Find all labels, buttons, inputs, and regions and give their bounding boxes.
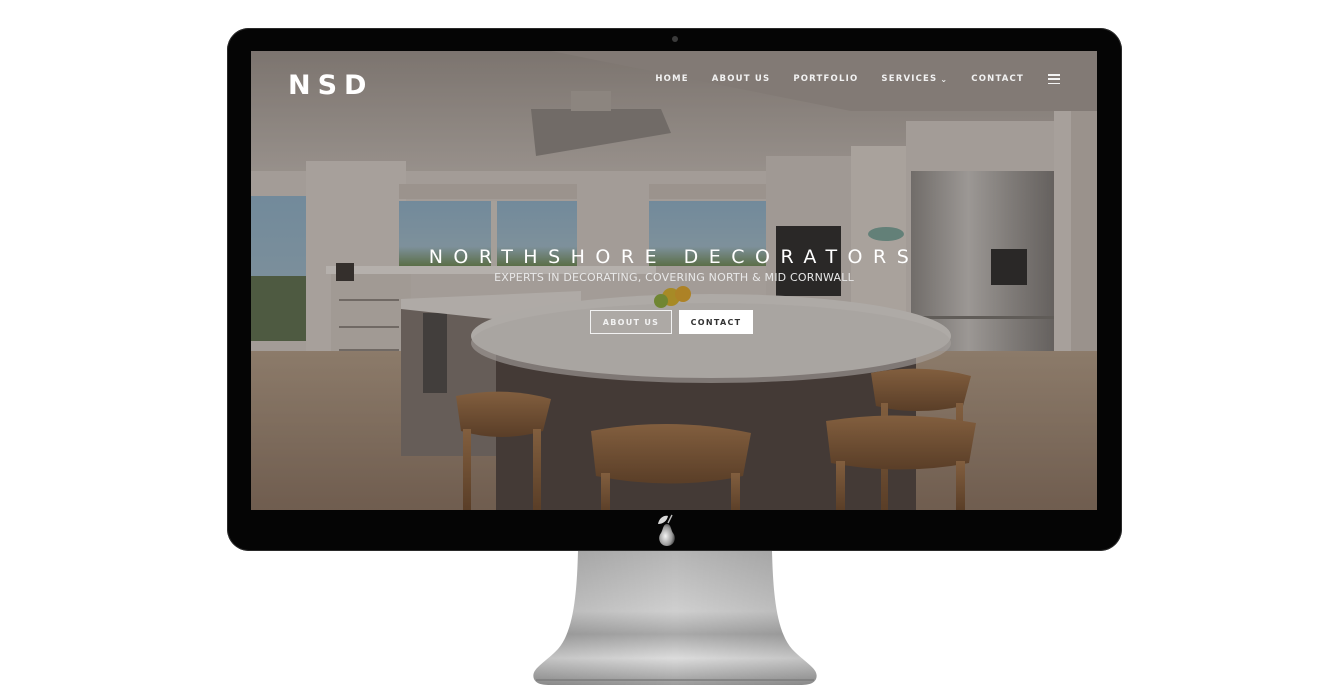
- monitor-stand: [533, 551, 817, 685]
- website-screen: NSD HOME ABOUT US PORTFOLIO SERVICES ⌄ C…: [251, 51, 1097, 510]
- burger-line: [1048, 74, 1060, 76]
- nav-home[interactable]: HOME: [655, 74, 688, 84]
- hamburger-menu-icon[interactable]: [1048, 74, 1060, 84]
- hero-subtitle: EXPERTS IN DECORATING, COVERING NORTH & …: [494, 271, 854, 284]
- nav-services[interactable]: SERVICES ⌄: [881, 74, 948, 84]
- nav-services-label: SERVICES: [881, 74, 938, 84]
- pear-icon: [658, 514, 675, 546]
- camera-dot: [672, 36, 678, 42]
- chevron-down-icon: ⌄: [940, 74, 949, 84]
- hero-title: NORTHSHORE DECORATORS: [428, 245, 920, 268]
- nav-portfolio[interactable]: PORTFOLIO: [793, 74, 858, 84]
- nav-about-us[interactable]: ABOUT US: [712, 74, 771, 84]
- site-logo[interactable]: NSD: [288, 70, 373, 101]
- burger-line: [1048, 78, 1060, 80]
- contact-button[interactable]: CONTACT: [679, 310, 753, 334]
- burger-line: [1048, 82, 1060, 84]
- about-us-button[interactable]: ABOUT US: [590, 310, 672, 334]
- nav-contact[interactable]: CONTACT: [971, 74, 1024, 84]
- main-nav: HOME ABOUT US PORTFOLIO SERVICES ⌄ CONTA…: [655, 74, 1060, 84]
